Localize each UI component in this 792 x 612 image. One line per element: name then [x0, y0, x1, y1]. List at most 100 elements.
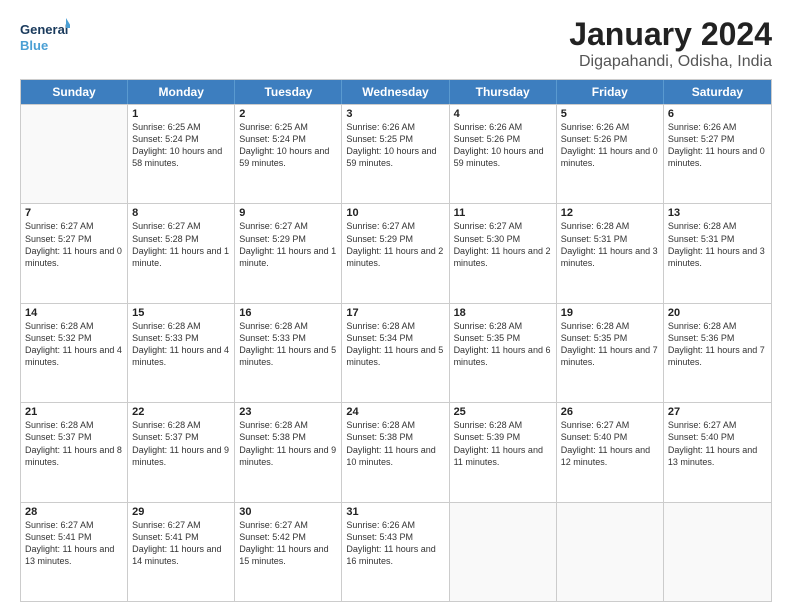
day-number: 29 — [132, 506, 230, 518]
calendar-row-4: 21 Sunrise: 6:28 AMSunset: 5:37 PMDaylig… — [21, 402, 771, 501]
cell-info: Sunrise: 6:27 AMSunset: 5:28 PMDaylight:… — [132, 220, 230, 269]
calendar-row-5: 28 Sunrise: 6:27 AMSunset: 5:41 PMDaylig… — [21, 502, 771, 601]
cell-info: Sunrise: 6:27 AMSunset: 5:27 PMDaylight:… — [25, 220, 123, 269]
calendar-row-3: 14 Sunrise: 6:28 AMSunset: 5:32 PMDaylig… — [21, 303, 771, 402]
calendar-cell-5-5 — [450, 503, 557, 601]
day-number: 31 — [346, 506, 444, 518]
day-number: 23 — [239, 406, 337, 418]
cell-info: Sunrise: 6:27 AMSunset: 5:41 PMDaylight:… — [132, 519, 230, 568]
calendar-cell-3-7: 20 Sunrise: 6:28 AMSunset: 5:36 PMDaylig… — [664, 304, 771, 402]
day-number: 30 — [239, 506, 337, 518]
calendar-cell-5-3: 30 Sunrise: 6:27 AMSunset: 5:42 PMDaylig… — [235, 503, 342, 601]
cell-info: Sunrise: 6:28 AMSunset: 5:38 PMDaylight:… — [239, 419, 337, 468]
calendar: Sunday Monday Tuesday Wednesday Thursday… — [20, 79, 772, 602]
calendar-cell-1-6: 5 Sunrise: 6:26 AMSunset: 5:26 PMDayligh… — [557, 105, 664, 203]
page-title: January 2024 — [569, 16, 772, 53]
cell-info: Sunrise: 6:26 AMSunset: 5:26 PMDaylight:… — [454, 121, 552, 170]
calendar-cell-1-1 — [21, 105, 128, 203]
calendar-cell-4-1: 21 Sunrise: 6:28 AMSunset: 5:37 PMDaylig… — [21, 403, 128, 501]
calendar-cell-4-3: 23 Sunrise: 6:28 AMSunset: 5:38 PMDaylig… — [235, 403, 342, 501]
day-number: 5 — [561, 108, 659, 120]
cell-info: Sunrise: 6:25 AMSunset: 5:24 PMDaylight:… — [132, 121, 230, 170]
cell-info: Sunrise: 6:26 AMSunset: 5:27 PMDaylight:… — [668, 121, 767, 170]
calendar-body: 1 Sunrise: 6:25 AMSunset: 5:24 PMDayligh… — [21, 104, 771, 601]
calendar-cell-1-2: 1 Sunrise: 6:25 AMSunset: 5:24 PMDayligh… — [128, 105, 235, 203]
header-sunday: Sunday — [21, 80, 128, 104]
day-number: 28 — [25, 506, 123, 518]
day-number: 10 — [346, 207, 444, 219]
calendar-cell-5-4: 31 Sunrise: 6:26 AMSunset: 5:43 PMDaylig… — [342, 503, 449, 601]
day-number: 25 — [454, 406, 552, 418]
calendar-cell-3-5: 18 Sunrise: 6:28 AMSunset: 5:35 PMDaylig… — [450, 304, 557, 402]
calendar-cell-5-7 — [664, 503, 771, 601]
cell-info: Sunrise: 6:28 AMSunset: 5:33 PMDaylight:… — [239, 320, 337, 369]
cell-info: Sunrise: 6:28 AMSunset: 5:35 PMDaylight:… — [454, 320, 552, 369]
cell-info: Sunrise: 6:28 AMSunset: 5:38 PMDaylight:… — [346, 419, 444, 468]
calendar-cell-5-6 — [557, 503, 664, 601]
cell-info: Sunrise: 6:28 AMSunset: 5:37 PMDaylight:… — [25, 419, 123, 468]
calendar-cell-3-1: 14 Sunrise: 6:28 AMSunset: 5:32 PMDaylig… — [21, 304, 128, 402]
day-number: 24 — [346, 406, 444, 418]
day-number: 2 — [239, 108, 337, 120]
day-number: 17 — [346, 307, 444, 319]
calendar-cell-5-2: 29 Sunrise: 6:27 AMSunset: 5:41 PMDaylig… — [128, 503, 235, 601]
calendar-row-2: 7 Sunrise: 6:27 AMSunset: 5:27 PMDayligh… — [21, 203, 771, 302]
day-number: 22 — [132, 406, 230, 418]
calendar-row-1: 1 Sunrise: 6:25 AMSunset: 5:24 PMDayligh… — [21, 104, 771, 203]
cell-info: Sunrise: 6:25 AMSunset: 5:24 PMDaylight:… — [239, 121, 337, 170]
logo: General Blue — [20, 16, 70, 56]
calendar-cell-1-7: 6 Sunrise: 6:26 AMSunset: 5:27 PMDayligh… — [664, 105, 771, 203]
day-number: 26 — [561, 406, 659, 418]
cell-info: Sunrise: 6:28 AMSunset: 5:34 PMDaylight:… — [346, 320, 444, 369]
header-tuesday: Tuesday — [235, 80, 342, 104]
cell-info: Sunrise: 6:26 AMSunset: 5:26 PMDaylight:… — [561, 121, 659, 170]
calendar-cell-2-7: 13 Sunrise: 6:28 AMSunset: 5:31 PMDaylig… — [664, 204, 771, 302]
cell-info: Sunrise: 6:27 AMSunset: 5:40 PMDaylight:… — [561, 419, 659, 468]
calendar-cell-3-4: 17 Sunrise: 6:28 AMSunset: 5:34 PMDaylig… — [342, 304, 449, 402]
calendar-cell-2-4: 10 Sunrise: 6:27 AMSunset: 5:29 PMDaylig… — [342, 204, 449, 302]
cell-info: Sunrise: 6:28 AMSunset: 5:31 PMDaylight:… — [668, 220, 767, 269]
cell-info: Sunrise: 6:26 AMSunset: 5:25 PMDaylight:… — [346, 121, 444, 170]
cell-info: Sunrise: 6:28 AMSunset: 5:33 PMDaylight:… — [132, 320, 230, 369]
calendar-cell-4-7: 27 Sunrise: 6:27 AMSunset: 5:40 PMDaylig… — [664, 403, 771, 501]
day-number: 9 — [239, 207, 337, 219]
calendar-cell-3-2: 15 Sunrise: 6:28 AMSunset: 5:33 PMDaylig… — [128, 304, 235, 402]
day-number: 13 — [668, 207, 767, 219]
day-number: 1 — [132, 108, 230, 120]
day-number: 18 — [454, 307, 552, 319]
day-number: 8 — [132, 207, 230, 219]
cell-info: Sunrise: 6:28 AMSunset: 5:36 PMDaylight:… — [668, 320, 767, 369]
cell-info: Sunrise: 6:28 AMSunset: 5:37 PMDaylight:… — [132, 419, 230, 468]
header-thursday: Thursday — [450, 80, 557, 104]
day-number: 15 — [132, 307, 230, 319]
day-number: 20 — [668, 307, 767, 319]
calendar-cell-4-5: 25 Sunrise: 6:28 AMSunset: 5:39 PMDaylig… — [450, 403, 557, 501]
header-monday: Monday — [128, 80, 235, 104]
calendar-cell-4-2: 22 Sunrise: 6:28 AMSunset: 5:37 PMDaylig… — [128, 403, 235, 501]
cell-info: Sunrise: 6:27 AMSunset: 5:41 PMDaylight:… — [25, 519, 123, 568]
calendar-cell-2-1: 7 Sunrise: 6:27 AMSunset: 5:27 PMDayligh… — [21, 204, 128, 302]
calendar-cell-2-2: 8 Sunrise: 6:27 AMSunset: 5:28 PMDayligh… — [128, 204, 235, 302]
header-wednesday: Wednesday — [342, 80, 449, 104]
day-number: 27 — [668, 406, 767, 418]
day-number: 4 — [454, 108, 552, 120]
cell-info: Sunrise: 6:28 AMSunset: 5:32 PMDaylight:… — [25, 320, 123, 369]
day-number: 21 — [25, 406, 123, 418]
day-number: 12 — [561, 207, 659, 219]
calendar-cell-4-6: 26 Sunrise: 6:27 AMSunset: 5:40 PMDaylig… — [557, 403, 664, 501]
header-friday: Friday — [557, 80, 664, 104]
title-block: January 2024 Digapahandi, Odisha, India — [569, 16, 772, 71]
day-number: 16 — [239, 307, 337, 319]
calendar-cell-2-3: 9 Sunrise: 6:27 AMSunset: 5:29 PMDayligh… — [235, 204, 342, 302]
day-number: 11 — [454, 207, 552, 219]
svg-text:Blue: Blue — [20, 38, 48, 53]
calendar-cell-3-6: 19 Sunrise: 6:28 AMSunset: 5:35 PMDaylig… — [557, 304, 664, 402]
calendar-cell-5-1: 28 Sunrise: 6:27 AMSunset: 5:41 PMDaylig… — [21, 503, 128, 601]
cell-info: Sunrise: 6:27 AMSunset: 5:29 PMDaylight:… — [239, 220, 337, 269]
calendar-cell-4-4: 24 Sunrise: 6:28 AMSunset: 5:38 PMDaylig… — [342, 403, 449, 501]
cell-info: Sunrise: 6:27 AMSunset: 5:29 PMDaylight:… — [346, 220, 444, 269]
day-number: 14 — [25, 307, 123, 319]
cell-info: Sunrise: 6:28 AMSunset: 5:39 PMDaylight:… — [454, 419, 552, 468]
page-subtitle: Digapahandi, Odisha, India — [569, 53, 772, 71]
calendar-cell-3-3: 16 Sunrise: 6:28 AMSunset: 5:33 PMDaylig… — [235, 304, 342, 402]
